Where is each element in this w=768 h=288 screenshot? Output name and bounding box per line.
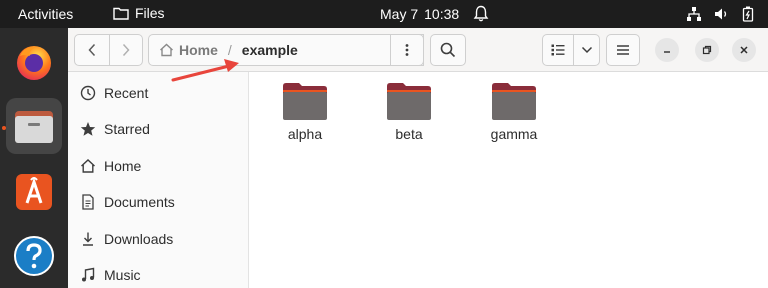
clock-time: 10:38 <box>424 6 460 22</box>
home-icon <box>160 43 173 57</box>
folder-label: alpha <box>287 126 323 142</box>
sidebar: Recent Starred Home Documents Downloads <box>68 72 249 288</box>
sidebar-item-music[interactable]: Music <box>80 263 141 287</box>
sidebar-item-documents[interactable]: Documents <box>80 190 175 214</box>
sidebar-item-home[interactable]: Home <box>80 154 141 178</box>
back-button[interactable] <box>74 34 110 66</box>
restore-icon <box>702 45 712 55</box>
close-icon <box>740 46 748 54</box>
folder-item[interactable]: gamma <box>474 80 554 142</box>
folder-icon <box>113 7 129 20</box>
music-icon <box>80 267 96 283</box>
clock-date: May 7 <box>380 6 419 22</box>
dock-firefox[interactable] <box>6 34 62 90</box>
folder-item[interactable]: alpha <box>265 80 345 142</box>
path-home[interactable]: Home <box>159 42 218 58</box>
minimize-button[interactable] <box>655 38 679 62</box>
dock-app-center[interactable] <box>6 164 62 220</box>
app-name: Files <box>135 5 165 21</box>
dock <box>0 28 68 288</box>
maximize-button[interactable] <box>695 38 719 62</box>
activities-button[interactable]: Activities <box>18 6 73 22</box>
network-icon <box>687 7 701 21</box>
dock-files[interactable] <box>6 98 62 154</box>
chevron-right-icon <box>122 43 130 57</box>
chevron-down-icon <box>581 46 592 54</box>
view-list-button[interactable] <box>542 34 574 66</box>
files-icon <box>15 111 53 143</box>
home-icon <box>80 158 96 174</box>
minimize-icon <box>664 51 670 53</box>
dock-help[interactable] <box>6 228 62 284</box>
header-bar: Home / example <box>68 28 768 72</box>
folder-icon <box>387 83 431 120</box>
download-icon <box>80 231 96 247</box>
close-button[interactable] <box>732 38 756 62</box>
path-separator: / <box>227 42 232 58</box>
folder-label: gamma <box>490 126 538 142</box>
sidebar-item-label: Downloads <box>104 231 174 247</box>
file-view: alpha beta gamma <box>249 72 768 288</box>
more-vertical-icon <box>405 44 409 56</box>
clock[interactable]: May 7 10:38 <box>380 6 459 22</box>
path-menu-button[interactable] <box>390 34 424 66</box>
folder-icon <box>492 83 536 120</box>
search-icon <box>440 42 456 58</box>
sidebar-item-label: Starred <box>104 121 150 137</box>
sidebar-item-label: Recent <box>104 85 149 101</box>
path-bar: Home / example <box>148 34 424 66</box>
help-icon <box>14 236 54 276</box>
sidebar-item-label: Documents <box>104 194 175 210</box>
forward-button[interactable] <box>109 34 143 66</box>
sidebar-item-starred[interactable]: Starred <box>80 117 150 141</box>
clock-icon <box>80 85 96 101</box>
sidebar-item-downloads[interactable]: Downloads <box>80 227 173 251</box>
chevron-left-icon <box>88 43 96 57</box>
folder-label: beta <box>395 126 423 142</box>
firefox-icon <box>17 46 51 80</box>
sidebar-item-label: Music <box>104 267 141 283</box>
volume-icon <box>715 8 727 20</box>
app-center-icon <box>16 174 52 210</box>
document-icon <box>80 194 96 210</box>
main-menu-button[interactable] <box>606 34 640 66</box>
view-options-button[interactable] <box>573 34 600 66</box>
bell-icon[interactable] <box>473 5 489 23</box>
sidebar-item-recent[interactable]: Recent <box>80 81 148 105</box>
system-tray[interactable] <box>686 6 754 22</box>
path-current[interactable]: example <box>242 42 298 58</box>
folder-icon <box>283 83 327 120</box>
files-window: Home / example Recent Starred Home Docum… <box>68 28 768 288</box>
battery-icon <box>742 6 754 22</box>
folder-item[interactable]: beta <box>369 80 449 142</box>
sidebar-item-label: Home <box>104 158 142 174</box>
star-icon <box>80 121 96 137</box>
list-view-icon <box>551 44 565 56</box>
app-menu[interactable]: Files <box>113 5 165 21</box>
top-bar: Activities Files May 7 10:38 <box>0 0 768 28</box>
path-home-label: Home <box>179 42 218 58</box>
search-button[interactable] <box>430 34 466 66</box>
hamburger-icon <box>617 45 629 55</box>
active-indicator <box>2 126 6 130</box>
